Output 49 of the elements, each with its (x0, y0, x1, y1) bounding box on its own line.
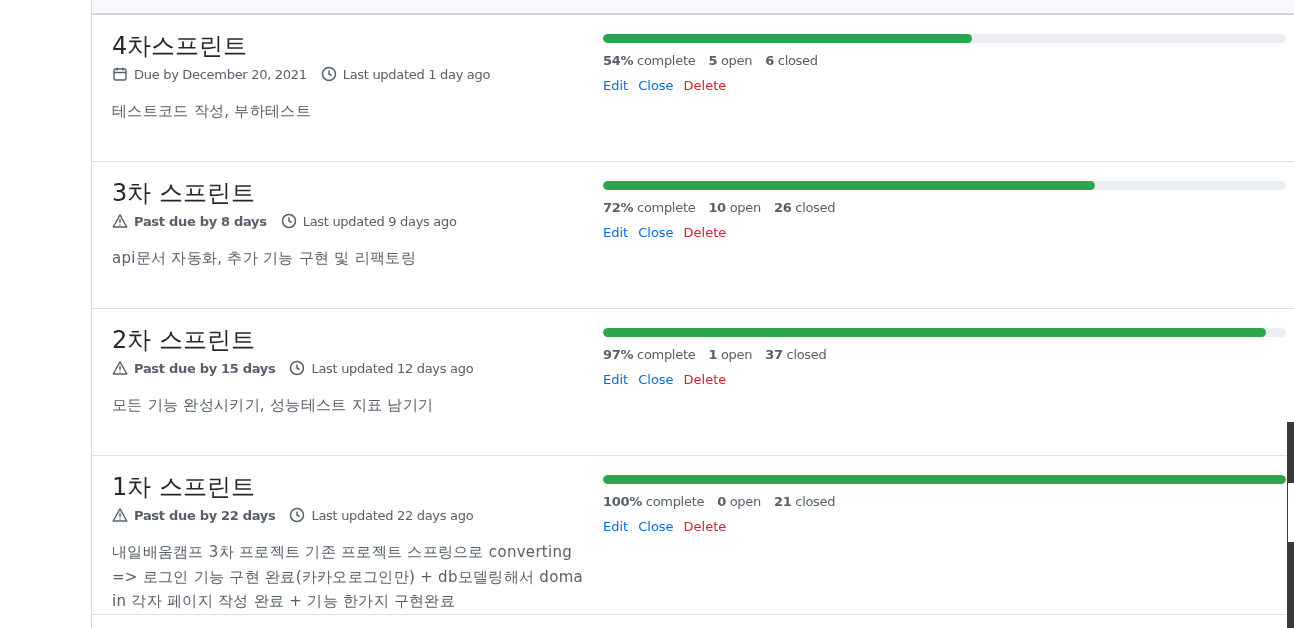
warning-icon (112, 213, 128, 229)
milestone-description: 모든 기능 완성시키기, 성능테스트 지표 남기기 (112, 395, 435, 416)
clock-icon (280, 213, 297, 229)
last-updated: Last updated 12 days ago (311, 360, 474, 376)
calendar-icon (112, 66, 128, 82)
action-link[interactable]: Close (638, 519, 674, 534)
due-date: Due by December 20, 2021 (134, 66, 307, 82)
milestone-title[interactable]: 4차스프린트 (112, 31, 584, 61)
progress-stat: 37 closed (765, 347, 827, 362)
action-link[interactable]: Edit (603, 372, 629, 387)
milestone-description: api문서 자동화, 추가 기능 구현 및 리팩토링 (112, 248, 418, 269)
action-link[interactable]: Close (638, 78, 674, 93)
warning-icon (112, 507, 128, 523)
progress-stat: 97% complete (603, 347, 696, 362)
progress-stat: 10 open (708, 200, 761, 215)
action-link[interactable]: Edit (603, 225, 629, 240)
action-link[interactable]: Edit (603, 78, 629, 93)
last-updated: Last updated 1 day ago (342, 66, 491, 82)
action-link[interactable]: Delete (683, 519, 727, 534)
due-date: Past due by 15 days (134, 360, 276, 376)
progress-stat: 72% complete (603, 200, 696, 215)
warning-icon (112, 360, 128, 376)
progress-stat: 54% complete (603, 53, 696, 68)
milestone-description: 내일배움캠프 3차 프로젝트 기존 프로젝트 스프링으로 converting => 로그인 기능 구현 완료(카카오로그인만) + db모델링해서 domain 각자 페이지 작성 완료 + 기능 한가지 구현완료 (112, 542, 584, 612)
progress-stat: 1 open (708, 347, 753, 362)
progress-stat: 5 open (708, 53, 753, 68)
action-link[interactable]: Delete (683, 78, 727, 93)
last-updated: Last updated 9 days ago (302, 213, 457, 229)
scrollbar[interactable] (1287, 422, 1294, 628)
due-date: Past due by 8 days (134, 213, 267, 229)
milestone-title[interactable]: 2차 스프린트 (112, 325, 584, 355)
action-link[interactable]: Close (638, 225, 674, 240)
action-link[interactable]: Edit (603, 519, 629, 534)
progress-stat: 100% complete (603, 494, 705, 509)
action-link[interactable]: Delete (683, 225, 727, 240)
clock-icon (289, 360, 306, 376)
action-link[interactable]: Close (638, 372, 674, 387)
due-date: Past due by 22 days (134, 507, 276, 523)
progress-stat: 6 closed (765, 53, 818, 68)
milestone-description: 테스트코드 작성, 부하테스트 (112, 101, 312, 122)
progress-stat: 26 closed (773, 200, 836, 215)
milestone-title[interactable]: 3차 스프린트 (112, 178, 584, 208)
progress-stat: 21 closed (773, 494, 836, 509)
clock-icon (289, 507, 306, 523)
clock-icon (320, 66, 337, 82)
progress-stat: 0 open (717, 494, 761, 509)
milestone-title[interactable]: 1차 스프린트 (112, 472, 584, 502)
last-updated: Last updated 22 days ago (311, 507, 474, 523)
action-link[interactable]: Delete (683, 372, 727, 387)
